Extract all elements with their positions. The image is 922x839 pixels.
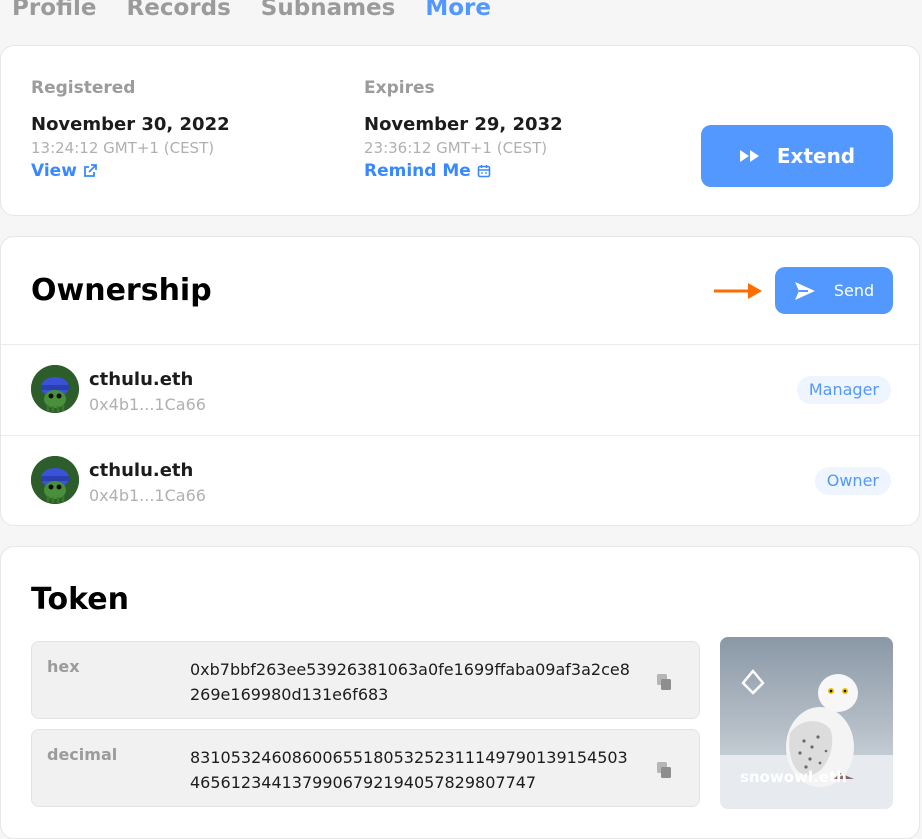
calendar-icon: [477, 165, 491, 178]
copy-icon[interactable]: [657, 762, 671, 778]
avatar: [31, 365, 79, 413]
view-link[interactable]: View: [31, 161, 97, 181]
remind-me-link[interactable]: Remind Me: [364, 161, 491, 181]
role-badge-owner: Owner: [814, 467, 891, 495]
owner-address: 0x4b1...1Ca66: [89, 395, 206, 414]
expires-date: November 29, 2032: [364, 114, 563, 135]
decimal-field: decimal 83105324608600655180532523111497…: [31, 729, 700, 807]
extend-button[interactable]: Extend: [701, 125, 893, 187]
owner-name: cthulu.eth: [89, 369, 194, 390]
fast-forward-icon: [739, 150, 759, 162]
token-card: Token hex 0xb7bbf263ee53926381063a0fe169…: [0, 546, 920, 839]
tab-profile[interactable]: Profile: [12, 0, 97, 30]
nft-image[interactable]: snowowl.eth: [720, 637, 893, 809]
view-link-label: View: [31, 161, 77, 181]
registered-label: Registered: [31, 78, 136, 98]
expires-column: Expires November 29, 2032 23:36:12 GMT+1…: [364, 78, 563, 181]
copy-icon[interactable]: [657, 674, 671, 690]
tab-subnames[interactable]: Subnames: [261, 0, 396, 30]
arrow-pointer-icon: [714, 283, 762, 299]
external-link-icon: [84, 164, 97, 177]
tab-records[interactable]: Records: [127, 0, 231, 30]
send-label: Send: [833, 281, 875, 300]
send-icon: [794, 281, 815, 300]
ownership-card: Ownership Send cthulu.eth 0x4b1...1Ca66 …: [0, 236, 920, 526]
hex-label: hex: [47, 657, 80, 676]
role-badge-manager: Manager: [796, 376, 891, 404]
registered-time: 13:24:12 GMT+1 (CEST): [31, 139, 215, 157]
nft-name: snowowl.eth: [740, 768, 847, 786]
tab-more[interactable]: More: [425, 0, 491, 30]
registration-card: Registered November 30, 2022 13:24:12 GM…: [0, 45, 920, 216]
ownership-title: Ownership: [31, 273, 212, 308]
remind-me-label: Remind Me: [364, 161, 471, 181]
avatar: [31, 456, 79, 504]
registered-date: November 30, 2022: [31, 114, 230, 135]
expires-label: Expires: [364, 78, 435, 98]
decimal-value: 8310532460860065518053252311149790139154…: [190, 748, 628, 792]
owner-name: cthulu.eth: [89, 460, 194, 481]
registered-column: Registered November 30, 2022 13:24:12 GM…: [31, 78, 230, 181]
expires-time: 23:36:12 GMT+1 (CEST): [364, 139, 548, 157]
decimal-label: decimal: [47, 745, 118, 764]
owner-address: 0x4b1...1Ca66: [89, 486, 206, 505]
owner-row-manager[interactable]: cthulu.eth 0x4b1...1Ca66 Manager: [1, 345, 919, 435]
owner-row-owner[interactable]: cthulu.eth 0x4b1...1Ca66 Owner: [1, 436, 919, 526]
hex-value: 0xb7bbf263ee53926381063a0fe1699ffaba09af…: [190, 660, 630, 704]
hex-field: hex 0xb7bbf263ee53926381063a0fe1699ffaba…: [31, 641, 700, 719]
send-button[interactable]: Send: [775, 267, 893, 314]
extend-label: Extend: [776, 144, 856, 168]
tab-bar: Profile Records Subnames More: [12, 0, 491, 30]
token-title: Token: [31, 582, 129, 617]
